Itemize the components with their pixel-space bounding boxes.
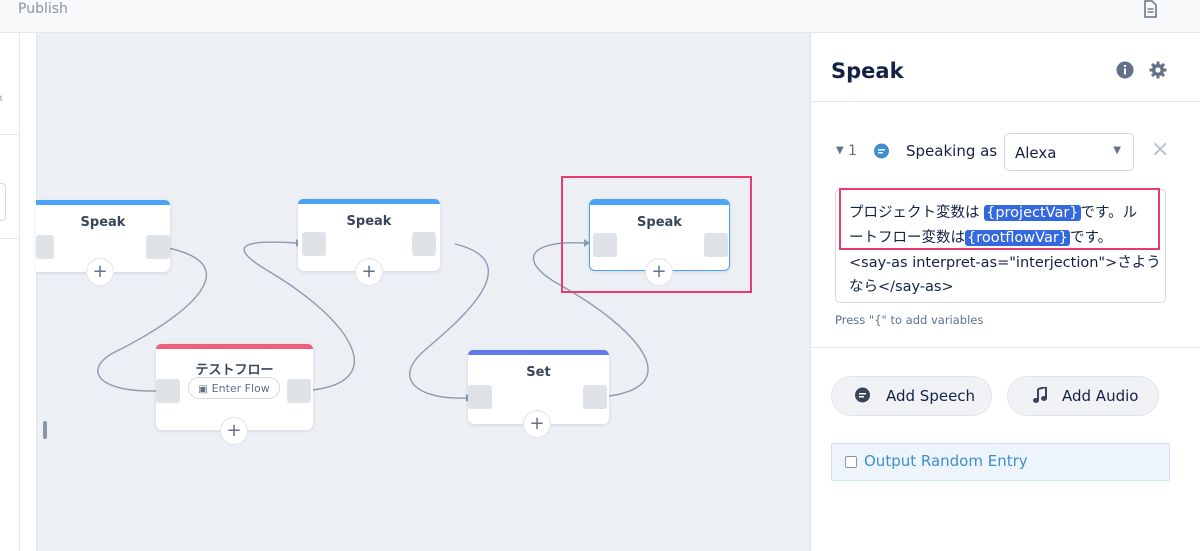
voice-select-value: Alexa <box>1015 144 1057 162</box>
selection-highlight <box>561 176 752 293</box>
node-color-bar <box>468 350 609 355</box>
stack-icon: ▣ <box>198 384 208 395</box>
add-step-button[interactable]: + <box>355 258 383 286</box>
enter-flow-button[interactable]: ▣ Enter Flow <box>188 377 280 399</box>
divider <box>811 101 1200 102</box>
gear-icon[interactable] <box>1149 61 1167 83</box>
music-note-icon <box>1032 385 1048 408</box>
text-line: なら</say-as> <box>849 279 954 295</box>
add-audio-label: Add Audio <box>1062 387 1139 405</box>
document-icon[interactable] <box>1142 0 1158 22</box>
speaking-as-label: Speaking as <box>906 142 998 160</box>
input-port[interactable] <box>302 232 326 256</box>
output-random-entry-option[interactable]: Output Random Entry <box>831 443 1170 481</box>
node-title: テストフロー <box>195 363 274 378</box>
output-port[interactable] <box>287 379 311 403</box>
output-port[interactable] <box>412 232 436 256</box>
sidebar-field[interactable] <box>0 183 6 221</box>
input-port[interactable] <box>36 235 54 259</box>
top-bar: Publish <box>0 0 1200 33</box>
divider <box>0 238 19 239</box>
output-random-checkbox[interactable] <box>845 456 857 468</box>
add-step-button[interactable]: + <box>86 258 114 286</box>
node-color-bar <box>156 344 313 349</box>
panel-title: Speak <box>831 59 904 83</box>
divider <box>810 347 1200 348</box>
dropdown-arrow-icon: ▼ <box>1113 145 1121 156</box>
speech-bubble-icon <box>873 143 890 164</box>
add-audio-button[interactable]: Add Audio <box>1007 376 1159 416</box>
variables-hint: Press "{" to add variables <box>835 313 984 327</box>
output-port[interactable] <box>583 385 607 409</box>
text-highlight-box <box>839 188 1160 250</box>
node-title: Set <box>526 365 551 380</box>
left-sidebar: ‹ <box>0 33 20 551</box>
node-title: Speak <box>80 215 126 230</box>
output-port[interactable] <box>146 235 170 259</box>
add-step-button[interactable]: + <box>220 417 248 445</box>
add-speech-label: Add Speech <box>886 387 976 405</box>
node-color-bar <box>36 200 170 205</box>
input-port[interactable] <box>468 385 492 409</box>
node-title: Speak <box>346 214 392 229</box>
input-port[interactable] <box>156 379 180 403</box>
add-speech-button[interactable]: Add Speech <box>831 376 992 416</box>
voice-select[interactable]: Alexa ▼ <box>1004 133 1134 171</box>
canvas-scroll-handle[interactable] <box>43 421 47 439</box>
chevron-left-icon[interactable]: ‹ <box>0 91 3 106</box>
info-icon[interactable] <box>1116 61 1134 83</box>
output-random-label: Output Random Entry <box>864 452 1028 470</box>
divider <box>0 134 19 135</box>
speech-bubble-icon <box>854 387 871 408</box>
remove-entry-icon[interactable]: × <box>1151 139 1169 161</box>
publish-button[interactable]: Publish <box>18 0 68 18</box>
add-step-button[interactable]: + <box>523 410 551 438</box>
entry-number: 1 <box>848 143 857 159</box>
speech-entry-header: ▼ 1 Speaking as Alexa ▼ × <box>836 133 1196 173</box>
node-color-bar <box>298 199 440 204</box>
enter-flow-label: Enter Flow <box>211 382 270 395</box>
text-line: <say-as interpret-as="interjection">さよう <box>849 255 1161 271</box>
collapse-caret-icon[interactable]: ▼ <box>836 145 844 156</box>
